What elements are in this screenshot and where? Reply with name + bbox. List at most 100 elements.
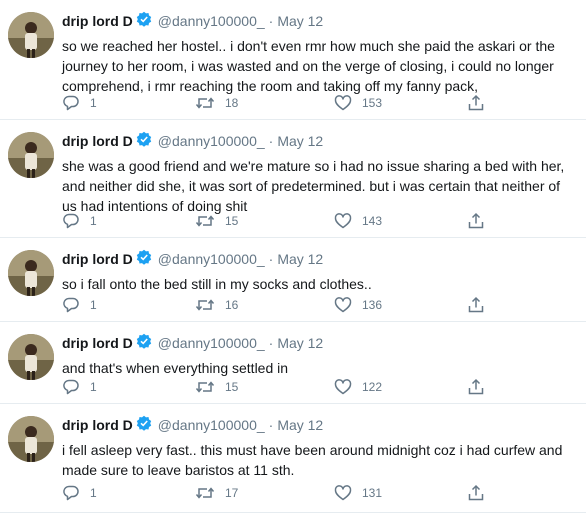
retweet-icon <box>195 299 215 311</box>
verified-badge-icon <box>136 131 152 151</box>
tweet-header: drip lord D @danny100000_ · May 12 <box>62 11 323 31</box>
display-name[interactable]: drip lord D <box>62 12 133 30</box>
tweet-text: so we reached her hostel.. i don't even … <box>62 38 555 94</box>
share-icon <box>468 94 484 111</box>
avatar[interactable] <box>8 250 54 296</box>
tweet[interactable]: drip lord D @danny100000_ · May 12 so we… <box>0 0 586 120</box>
separator-dot: · <box>268 251 274 267</box>
tweet-text: i fell asleep very fast.. this must have… <box>62 442 563 478</box>
reply-count: 1 <box>90 486 97 500</box>
share-button[interactable] <box>467 484 495 502</box>
like-count: 153 <box>362 96 383 110</box>
retweet-count: 18 <box>225 96 239 110</box>
tweet-actions: 1 15 122 <box>62 378 502 396</box>
retweet-count: 15 <box>225 214 239 228</box>
reply-button[interactable]: 1 <box>62 296 97 314</box>
handle[interactable]: @danny100000_ <box>158 250 265 268</box>
like-icon <box>334 379 352 395</box>
reply-button[interactable]: 1 <box>62 378 97 396</box>
reply-icon <box>63 379 79 395</box>
retweet-count: 17 <box>225 486 239 500</box>
retweet-icon <box>195 215 215 227</box>
like-count: 136 <box>362 298 383 312</box>
like-icon <box>334 297 352 313</box>
tweet-header: drip lord D @danny100000_ · May 12 <box>62 131 323 151</box>
display-name[interactable]: drip lord D <box>62 250 133 268</box>
avatar[interactable] <box>8 334 54 380</box>
retweet-button[interactable]: 18 <box>195 94 238 112</box>
like-button[interactable]: 153 <box>334 94 382 112</box>
separator-dot: · <box>268 133 274 149</box>
separator-dot: · <box>268 417 274 433</box>
like-button[interactable]: 136 <box>334 296 382 314</box>
tweet-header: drip lord D @danny100000_ · May 12 <box>62 333 323 353</box>
reply-count: 1 <box>90 380 97 394</box>
like-button[interactable]: 131 <box>334 484 382 502</box>
reply-button[interactable]: 1 <box>62 484 97 502</box>
tweet-text: so i fall onto the bed still in my socks… <box>62 276 372 292</box>
share-icon <box>468 212 484 229</box>
avatar[interactable] <box>8 132 54 178</box>
share-icon <box>468 378 484 395</box>
tweet-actions: 1 18 153 <box>62 94 502 112</box>
handle[interactable]: @danny100000_ <box>158 416 265 434</box>
display-name[interactable]: drip lord D <box>62 416 133 434</box>
avatar[interactable] <box>8 416 54 462</box>
retweet-icon <box>195 487 215 499</box>
retweet-count: 15 <box>225 380 239 394</box>
retweet-button[interactable]: 16 <box>195 296 238 314</box>
tweet-header: drip lord D @danny100000_ · May 12 <box>62 415 323 435</box>
share-button[interactable] <box>467 212 495 230</box>
share-button[interactable] <box>467 296 495 314</box>
verified-badge-icon <box>136 415 152 435</box>
like-count: 143 <box>362 214 383 228</box>
like-icon <box>334 213 352 229</box>
verified-badge-icon <box>136 11 152 31</box>
timestamp[interactable]: May 12 <box>277 250 323 268</box>
reply-icon <box>63 95 79 111</box>
verified-badge-icon <box>136 249 152 269</box>
tweet[interactable]: drip lord D @danny100000_ · May 12 so i … <box>0 238 586 322</box>
retweet-icon <box>195 381 215 393</box>
share-button[interactable] <box>467 94 495 112</box>
retweet-icon <box>195 97 215 109</box>
tweet-text: and that's when everything settled in <box>62 360 289 376</box>
like-button[interactable]: 143 <box>334 212 382 230</box>
separator-dot: · <box>268 335 274 351</box>
tweet[interactable]: drip lord D @danny100000_ · May 12 and t… <box>0 322 586 404</box>
timestamp[interactable]: May 12 <box>277 12 323 30</box>
retweet-button[interactable]: 17 <box>195 484 238 502</box>
reply-count: 1 <box>90 96 97 110</box>
like-button[interactable]: 122 <box>334 378 382 396</box>
timestamp[interactable]: May 12 <box>277 416 323 434</box>
handle[interactable]: @danny100000_ <box>158 12 265 30</box>
reply-count: 1 <box>90 298 97 312</box>
retweet-button[interactable]: 15 <box>195 378 238 396</box>
tweet[interactable]: drip lord D @danny100000_ · May 12 she w… <box>0 120 586 238</box>
verified-badge-icon <box>136 333 152 353</box>
like-icon <box>334 485 352 501</box>
handle[interactable]: @danny100000_ <box>158 132 265 150</box>
tweet-actions: 1 17 131 <box>62 484 502 502</box>
display-name[interactable]: drip lord D <box>62 132 133 150</box>
tweet[interactable]: drip lord D @danny100000_ · May 12 i fel… <box>0 404 586 513</box>
display-name[interactable]: drip lord D <box>62 334 133 352</box>
avatar[interactable] <box>8 12 54 58</box>
timestamp[interactable]: May 12 <box>277 132 323 150</box>
like-count: 131 <box>362 486 383 500</box>
share-icon <box>468 484 484 501</box>
separator-dot: · <box>268 13 274 29</box>
share-button[interactable] <box>467 378 495 396</box>
reply-button[interactable]: 1 <box>62 212 97 230</box>
reply-icon <box>63 297 79 313</box>
reply-count: 1 <box>90 214 97 228</box>
tweet-header: drip lord D @danny100000_ · May 12 <box>62 249 323 269</box>
reply-icon <box>63 485 79 501</box>
timestamp[interactable]: May 12 <box>277 334 323 352</box>
handle[interactable]: @danny100000_ <box>158 334 265 352</box>
like-icon <box>334 95 352 111</box>
reply-icon <box>63 213 79 229</box>
reply-button[interactable]: 1 <box>62 94 97 112</box>
tweet-actions: 1 15 143 <box>62 212 502 230</box>
retweet-button[interactable]: 15 <box>195 212 238 230</box>
